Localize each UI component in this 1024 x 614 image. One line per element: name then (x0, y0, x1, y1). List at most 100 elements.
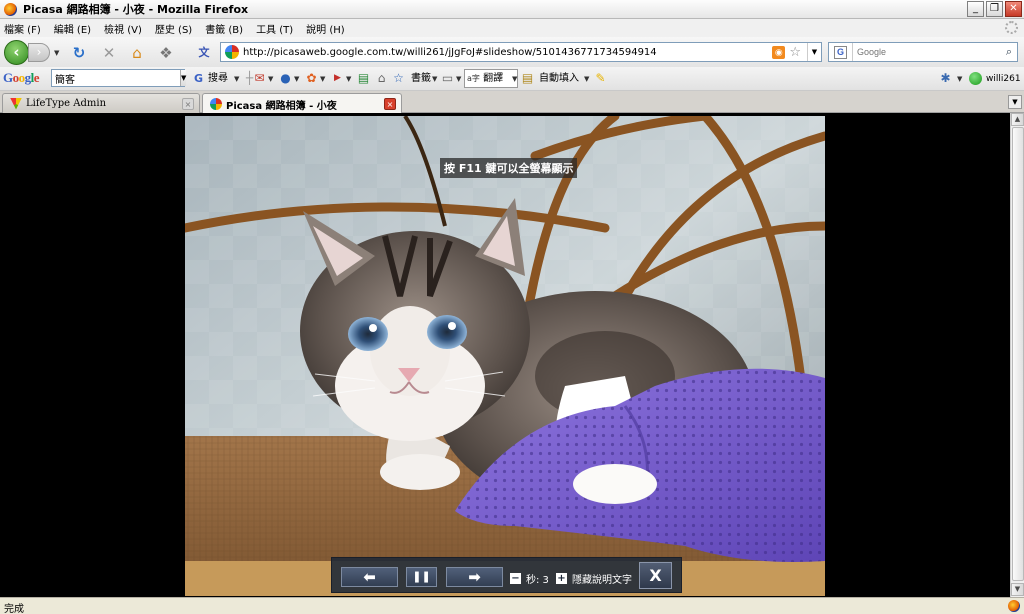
globe-icon[interactable]: ● (278, 71, 293, 86)
settings-dropdown-icon[interactable]: ▼ (957, 75, 962, 83)
back-button[interactable]: ‹ (4, 40, 29, 65)
news-icon[interactable]: ▤ (356, 71, 371, 86)
menu-bookmarks[interactable]: 書籤 (B) (205, 21, 243, 36)
search-magnifier-icon[interactable]: ⌕ (1001, 45, 1017, 59)
tab-lifetype-admin[interactable]: LifeType Admin × (2, 93, 200, 113)
minimize-button[interactable]: _ (967, 1, 984, 17)
kitten-photo-illustration (185, 116, 825, 596)
status-text: 完成 (4, 604, 24, 614)
restore-button[interactable]: ❐ (986, 1, 1003, 17)
slideshow-viewport: 按 F11 鍵可以全螢幕顯示 ⬅ ❚❚ ➡ − 秒: 3 + 隱藏說明文字 X (0, 113, 1010, 597)
stop-icon[interactable]: ✕ (100, 44, 118, 62)
user-account-label[interactable]: willi261 (986, 71, 1021, 87)
history-dropdown-icon[interactable]: ▼ (54, 49, 59, 57)
menu-edit[interactable]: 編輯 (E) (54, 21, 91, 36)
window-controls: _ ❐ ✕ (967, 1, 1022, 17)
slideshow-controls: ⬅ ❚❚ ➡ − 秒: 3 + 隱藏說明文字 X (331, 557, 682, 593)
google-search-icon[interactable]: G (191, 71, 206, 86)
menu-tools[interactable]: 工具 (T) (256, 21, 293, 36)
hide-caption-link[interactable]: 隱藏說明文字 (572, 571, 632, 586)
wrench-icon[interactable]: ✱ (938, 71, 953, 86)
close-slideshow-button[interactable]: X (639, 562, 672, 589)
tab-list-dropdown-icon[interactable]: ▼ (1008, 95, 1022, 109)
autofill-icon[interactable]: ▤ (520, 71, 535, 86)
tab-strip: LifeType Admin × Picasa 網路相簿 - 小夜 × ▼ (0, 91, 1024, 114)
pause-button[interactable]: ❚❚ (406, 567, 437, 587)
decrease-interval-button[interactable]: − (510, 573, 521, 584)
menu-bar: 檔案 (F) 編輯 (E) 檢視 (V) 歷史 (S) 書籤 (B) 工具 (T… (0, 19, 1024, 37)
globe-dropdown-icon[interactable]: ▼ (294, 75, 299, 83)
url-text[interactable]: http://picasaweb.google.com.tw/willi261/… (243, 47, 772, 58)
menu-help[interactable]: 說明 (H) (306, 21, 345, 36)
google-search-input[interactable] (52, 70, 180, 86)
rss-icon[interactable]: ◉ (772, 45, 786, 59)
menu-file[interactable]: 檔案 (F) (4, 21, 41, 36)
google-engine-icon: G (834, 45, 847, 59)
home-icon[interactable]: ⌂ (128, 44, 146, 62)
reload-icon[interactable]: ↻ (70, 44, 88, 62)
autofill-dropdown-icon[interactable]: ▼ (584, 75, 589, 83)
gmail-icon[interactable]: ✉ (252, 71, 267, 86)
tab-picasa[interactable]: Picasa 網路相簿 - 小夜 × (202, 93, 402, 114)
picasa-favicon-icon (210, 98, 222, 110)
previous-photo-button[interactable]: ⬅ (341, 567, 398, 587)
google-logo[interactable]: Google (3, 70, 40, 86)
bookmarks-dropdown-icon[interactable]: ▼ (432, 75, 437, 83)
highlighter-icon[interactable]: ✎ (593, 71, 608, 86)
scroll-down-icon[interactable]: ▼ (1011, 583, 1024, 596)
scroll-up-icon[interactable]: ▲ (1011, 113, 1024, 126)
search-dropdown-icon[interactable]: ▼ (234, 75, 239, 83)
translate-icon: a字 (467, 74, 480, 83)
picasa-favicon-icon (225, 45, 239, 59)
close-tab-icon[interactable]: × (384, 98, 396, 110)
tab-label: LifeType Admin (26, 98, 107, 109)
search-input[interactable] (853, 47, 1001, 57)
youtube-icon[interactable]: ▶ (330, 71, 345, 86)
window-title: Picasa 網路相簿 - 小夜 - Mozilla Firefox (23, 3, 249, 16)
slideshow-photo[interactable] (185, 116, 825, 596)
vertical-scrollbar[interactable]: ▲ ▼ (1010, 113, 1024, 597)
bookmark-star-icon[interactable]: ☆ (789, 45, 801, 60)
autofill-button[interactable]: 自動填入 (539, 71, 579, 87)
bookmarks-button[interactable]: 書籤 (411, 71, 431, 87)
throbber-icon (1005, 21, 1018, 34)
tab-label: Picasa 網路相簿 - 小夜 (226, 100, 337, 112)
navigation-toolbar: ‹ › ▼ ↻ ✕ ⌂ ❖ 文 http://picasaweb.google.… (0, 37, 1024, 67)
google-search-dropdown-icon[interactable]: ▼ (180, 70, 187, 86)
gmail-dropdown-icon[interactable]: ▼ (268, 75, 273, 83)
search-engine-selector[interactable]: G (829, 43, 853, 61)
star-bookmark-icon[interactable]: ☆ (391, 71, 406, 86)
sidewiki-icon[interactable]: ⌂ (374, 71, 389, 86)
search-bar: G ⌕ (828, 42, 1018, 62)
user-status-icon[interactable] (969, 72, 982, 85)
picasa-icon[interactable]: ✿ (304, 71, 319, 86)
firefox-status-icon (1008, 600, 1020, 612)
youtube-dropdown-icon[interactable]: ▼ (346, 75, 351, 83)
increase-interval-button[interactable]: + (556, 573, 567, 584)
url-bar[interactable]: http://picasaweb.google.com.tw/willi261/… (220, 42, 822, 62)
next-photo-button[interactable]: ➡ (446, 567, 503, 587)
blank-button-icon[interactable]: ▭ (440, 71, 455, 86)
menu-view[interactable]: 檢視 (V) (104, 21, 142, 36)
lifetype-favicon-icon (10, 97, 22, 110)
picasa-dropdown-icon[interactable]: ▼ (320, 75, 325, 83)
close-tab-icon[interactable]: × (182, 97, 194, 110)
scroll-thumb[interactable] (1012, 127, 1024, 581)
translate-button[interactable]: a字 翻譯 (464, 69, 518, 88)
fullscreen-hint: 按 F11 鍵可以全螢幕顯示 (440, 158, 578, 178)
menu-history[interactable]: 歷史 (S) (155, 21, 192, 36)
google-search-button[interactable]: 搜尋 (208, 71, 228, 87)
forward-button[interactable]: › (28, 43, 50, 62)
extension-icon[interactable]: ❖ (157, 44, 175, 62)
title-bar: Picasa 網路相簿 - 小夜 - Mozilla Firefox _ ❐ ✕ (0, 0, 1024, 19)
translate-label: 翻譯 (483, 73, 504, 84)
url-dropdown-icon[interactable]: ▼ (807, 43, 821, 61)
blank-dropdown-icon[interactable]: ▼ (456, 75, 461, 83)
close-window-button[interactable]: ✕ (1005, 1, 1022, 17)
status-bar: 完成 (0, 597, 1024, 614)
translate-addon-icon[interactable]: 文 (195, 44, 213, 62)
google-toolbar: Google ▼ G 搜尋 ▼ ┼ ✉ ▼ ● ▼ ✿ ▼ ▶ ▼ ▤ ⌂ ☆ … (0, 67, 1024, 91)
firefox-icon (4, 2, 17, 16)
translate-dropdown-icon[interactable]: ▼ (512, 75, 517, 83)
interval-seconds-label: 秒: 3 (526, 575, 549, 586)
